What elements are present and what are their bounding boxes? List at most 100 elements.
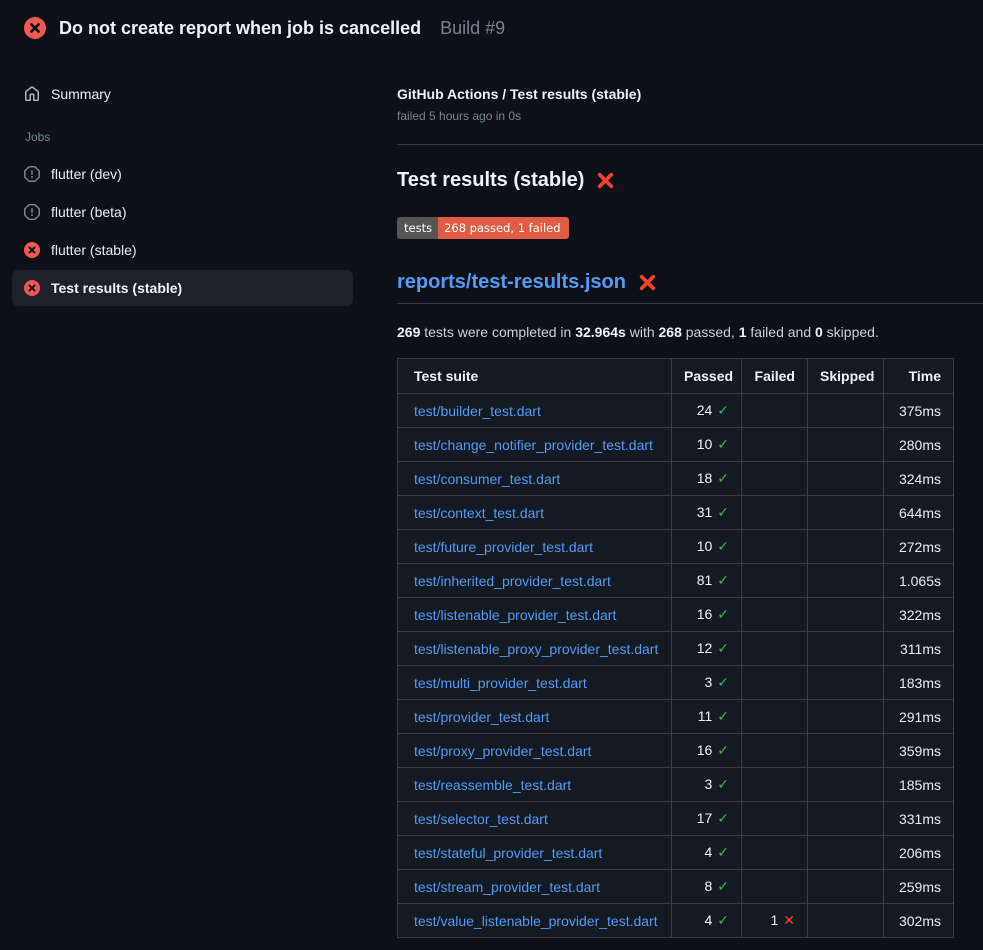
section-title-text: Test results (stable) bbox=[397, 169, 584, 192]
cell-test-suite: test/consumer_test.dart bbox=[398, 462, 672, 496]
results-table-body: test/builder_test.dart24✓375mstest/chang… bbox=[398, 394, 954, 938]
sidebar-item-label: Test results (stable) bbox=[51, 280, 182, 296]
x-circle-icon bbox=[24, 17, 46, 39]
cell-time: 280ms bbox=[884, 428, 954, 462]
test-suite-link[interactable]: test/context_test.dart bbox=[414, 505, 544, 521]
sidebar-item-flutter-beta[interactable]: flutter (beta) bbox=[12, 194, 353, 230]
passed-count: 18 bbox=[697, 470, 713, 486]
test-suite-link[interactable]: test/consumer_test.dart bbox=[414, 471, 560, 487]
report-title: reports/test-results.json bbox=[397, 271, 983, 304]
table-row: test/reassemble_test.dart3✓185ms bbox=[398, 768, 954, 802]
sidebar-item-summary[interactable]: Summary bbox=[12, 84, 353, 104]
run-status-line: failed 5 hours ago in 0s bbox=[397, 109, 983, 123]
cell-time: 259ms bbox=[884, 870, 954, 904]
tests-badge: tests 268 passed, 1 failed bbox=[397, 217, 569, 239]
page-header: Do not create report when job is cancell… bbox=[0, 0, 983, 56]
cell-passed: 4✓ bbox=[672, 904, 742, 938]
summary-text: failed and bbox=[747, 324, 816, 340]
check-icon: ✓ bbox=[717, 402, 729, 418]
x-mark-icon bbox=[638, 273, 657, 292]
check-icon: ✓ bbox=[717, 606, 729, 622]
cell-failed bbox=[742, 462, 808, 496]
cell-failed bbox=[742, 836, 808, 870]
check-icon: ✓ bbox=[717, 572, 729, 588]
cell-test-suite: test/listenable_provider_test.dart bbox=[398, 598, 672, 632]
sidebar-summary-label: Summary bbox=[51, 86, 111, 102]
test-suite-link[interactable]: test/provider_test.dart bbox=[414, 709, 549, 725]
sidebar-item-label: flutter (beta) bbox=[51, 204, 126, 220]
cell-time: 185ms bbox=[884, 768, 954, 802]
table-row: test/listenable_proxy_provider_test.dart… bbox=[398, 632, 954, 666]
main-content: GitHub Actions / Test results (stable) f… bbox=[373, 56, 983, 938]
test-suite-link[interactable]: test/selector_test.dart bbox=[414, 811, 548, 827]
test-suite-link[interactable]: test/multi_provider_test.dart bbox=[414, 675, 587, 691]
cell-test-suite: test/value_listenable_provider_test.dart bbox=[398, 904, 672, 938]
cell-time: 359ms bbox=[884, 734, 954, 768]
passed-count: 16 bbox=[697, 742, 713, 758]
test-suite-link[interactable]: test/stateful_provider_test.dart bbox=[414, 845, 602, 861]
header-skipped: Skipped bbox=[808, 359, 884, 394]
cell-failed bbox=[742, 496, 808, 530]
check-icon: ✓ bbox=[717, 742, 729, 758]
cell-skipped bbox=[808, 734, 884, 768]
cell-passed: 18✓ bbox=[672, 462, 742, 496]
cell-skipped bbox=[808, 394, 884, 428]
sidebar-item-label: flutter (dev) bbox=[51, 166, 122, 182]
cell-passed: 17✓ bbox=[672, 802, 742, 836]
cell-time: 302ms bbox=[884, 904, 954, 938]
passed-count: 31 bbox=[697, 504, 713, 520]
test-suite-link[interactable]: test/stream_provider_test.dart bbox=[414, 879, 600, 895]
sidebar-item-flutter-dev[interactable]: flutter (dev) bbox=[12, 156, 353, 192]
cell-failed bbox=[742, 802, 808, 836]
test-suite-link[interactable]: test/proxy_provider_test.dart bbox=[414, 743, 591, 759]
cell-passed: 31✓ bbox=[672, 496, 742, 530]
test-suite-link[interactable]: test/listenable_provider_test.dart bbox=[414, 607, 616, 623]
summary-number: 268 bbox=[659, 324, 682, 340]
cell-test-suite: test/change_notifier_provider_test.dart bbox=[398, 428, 672, 462]
passed-count: 4 bbox=[704, 844, 712, 860]
cell-skipped bbox=[808, 802, 884, 836]
test-suite-link[interactable]: test/future_provider_test.dart bbox=[414, 539, 593, 555]
cell-skipped bbox=[808, 564, 884, 598]
summary-text: skipped. bbox=[823, 324, 879, 340]
passed-count: 24 bbox=[697, 402, 713, 418]
check-icon: ✓ bbox=[717, 538, 729, 554]
x-mark-icon: ✕ bbox=[783, 912, 795, 928]
cell-test-suite: test/builder_test.dart bbox=[398, 394, 672, 428]
passed-count: 17 bbox=[697, 810, 713, 826]
cell-failed bbox=[742, 598, 808, 632]
test-suite-link[interactable]: test/listenable_proxy_provider_test.dart bbox=[414, 641, 658, 657]
table-header-row: Test suite Passed Failed Skipped Time bbox=[398, 359, 954, 394]
test-suite-link[interactable]: test/inherited_provider_test.dart bbox=[414, 573, 611, 589]
cell-time: 324ms bbox=[884, 462, 954, 496]
passed-count: 11 bbox=[698, 708, 713, 724]
cell-failed bbox=[742, 870, 808, 904]
table-row: test/consumer_test.dart 18✓ 324ms bbox=[398, 462, 954, 496]
check-icon: ✓ bbox=[717, 878, 729, 894]
test-suite-link[interactable]: test/builder_test.dart bbox=[414, 403, 541, 419]
cell-test-suite: test/proxy_provider_test.dart bbox=[398, 734, 672, 768]
cell-time: 644ms bbox=[884, 496, 954, 530]
cell-passed: 10✓ bbox=[672, 530, 742, 564]
sidebar-jobs-list: flutter (dev) flutter (beta) flutter (stab… bbox=[12, 156, 353, 306]
test-suite-link[interactable]: test/reassemble_test.dart bbox=[414, 777, 571, 793]
cell-skipped bbox=[808, 530, 884, 564]
cell-failed bbox=[742, 632, 808, 666]
report-file-link[interactable]: reports/test-results.json bbox=[397, 271, 626, 294]
test-suite-link[interactable]: test/change_notifier_provider_test.dart bbox=[414, 437, 653, 453]
sidebar-item-test-results-stable[interactable]: Test results (stable) bbox=[12, 270, 353, 306]
results-table: Test suite Passed Failed Skipped Time te… bbox=[397, 358, 954, 938]
cell-failed bbox=[742, 530, 808, 564]
stop-icon bbox=[24, 166, 40, 182]
cell-passed: 10✓ bbox=[672, 428, 742, 462]
check-icon: ✓ bbox=[717, 844, 729, 860]
cell-passed: 8✓ bbox=[672, 870, 742, 904]
cell-skipped bbox=[808, 836, 884, 870]
cell-skipped bbox=[808, 904, 884, 938]
sidebar-item-flutter-stable[interactable]: flutter (stable) bbox=[12, 232, 353, 268]
cell-skipped bbox=[808, 462, 884, 496]
cell-failed: 1✕ bbox=[742, 904, 808, 938]
passed-count: 3 bbox=[704, 674, 712, 690]
test-suite-link[interactable]: test/value_listenable_provider_test.dart bbox=[414, 913, 658, 929]
divider bbox=[397, 144, 983, 145]
